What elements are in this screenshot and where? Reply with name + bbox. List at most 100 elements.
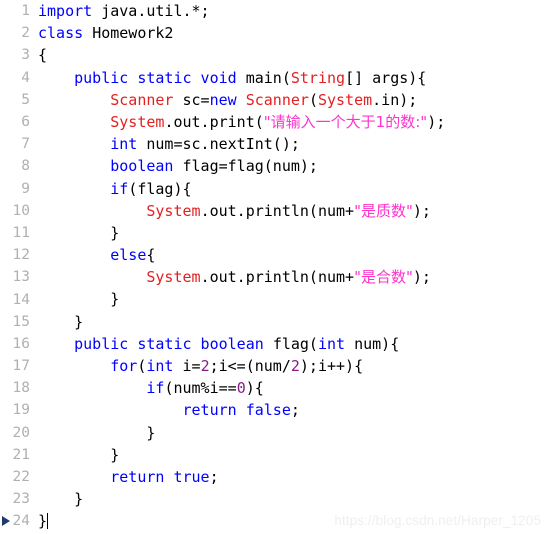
code-line-text[interactable]: }	[34, 422, 155, 444]
code-line-text[interactable]: else{	[34, 244, 155, 266]
code-line[interactable]: 8 boolean flag=flag(num);	[0, 155, 547, 177]
code-line[interactable]: 11 }	[0, 222, 547, 244]
code-line[interactable]: 7 int num=sc.nextInt();	[0, 133, 547, 155]
code-line[interactable]: 18 if(num%i==0){	[0, 377, 547, 399]
code-line[interactable]: 15 }	[0, 311, 547, 333]
code-line-text[interactable]: System.out.println(num+"是合数");	[34, 266, 431, 288]
code-line[interactable]: 5 Scanner sc=new Scanner(System.in);	[0, 89, 547, 111]
code-line[interactable]: 13 System.out.println(num+"是合数");	[0, 266, 547, 288]
code-line-text[interactable]: }	[34, 311, 83, 333]
code-token-kw: new	[209, 90, 246, 109]
code-line[interactable]: 22 return true;	[0, 466, 547, 488]
code-token-plain: );i++){	[299, 357, 364, 375]
code-line[interactable]: 12 else{	[0, 244, 547, 266]
code-line-text[interactable]: if(flag){	[34, 178, 191, 200]
code-line-text[interactable]: if(num%i==0){	[34, 377, 263, 399]
code-token-kw: public static boolean	[74, 334, 273, 353]
line-number: 15	[12, 313, 30, 330]
line-number: 13	[12, 269, 30, 286]
code-line[interactable]: 10 System.out.println(num+"是质数");	[0, 200, 547, 222]
code-line-text[interactable]: return false;	[34, 399, 300, 421]
code-line-text[interactable]: System.out.print("请输入一个大于1的数:");	[34, 111, 445, 133]
code-line[interactable]: 6 System.out.print("请输入一个大于1的数:");	[0, 111, 547, 133]
line-number: 9	[21, 180, 30, 197]
code-token-plain: flag(	[272, 334, 318, 353]
code-line[interactable]: 14 }	[0, 288, 547, 310]
code-token-plain: num=sc.nextInt();	[146, 135, 300, 154]
code-token-plain: }	[38, 445, 120, 464]
code-line[interactable]: 16 public static boolean flag(int num){	[0, 333, 547, 355]
code-line-text[interactable]: int num=sc.nextInt();	[34, 133, 300, 155]
code-token-kw: return false	[182, 401, 291, 420]
line-number: 14	[12, 291, 30, 308]
code-token-num: 2	[290, 357, 300, 375]
code-token-plain: {	[38, 46, 48, 65]
line-number: 24	[0, 513, 34, 529]
code-token-type: System	[110, 112, 165, 131]
code-line-text[interactable]: {	[34, 44, 47, 66]
line-number: 23	[12, 491, 30, 508]
code-token-plain: .out.print(	[164, 112, 264, 131]
code-line-text[interactable]: for(int i=2;i<=(num/2);i++){	[34, 355, 363, 377]
code-token-plain: (	[308, 90, 318, 109]
code-line[interactable]: 17 for(int i=2;i<=(num/2);i++){	[0, 355, 547, 377]
code-token-plain: sc=	[173, 90, 210, 109]
line-number: 20	[12, 424, 30, 441]
code-editor[interactable]: 1 import java.util.*; 2 class Homework2 3{4 …	[0, 0, 547, 534]
code-token-kw: return true	[110, 467, 210, 486]
code-line[interactable]: 4 public static void main(String[] args)…	[0, 67, 547, 89]
code-line-text[interactable]: }	[34, 288, 119, 310]
code-line-text[interactable]: public static boolean flag(int num){	[34, 333, 399, 355]
code-line-text[interactable]: }	[34, 444, 119, 466]
code-token-plain: java.util.*;	[101, 2, 210, 20]
code-line[interactable]: 2 class Homework2	[0, 22, 547, 44]
code-token-kw: class	[38, 24, 93, 43]
code-line-text[interactable]: boolean flag=flag(num);	[34, 155, 318, 177]
code-token-kw: public static void	[74, 68, 246, 87]
code-line-text[interactable]: }	[34, 510, 49, 532]
code-token-plain: i=	[182, 357, 201, 375]
code-line[interactable]: 19 return false;	[0, 399, 547, 421]
watermark-text: https://blog.csdn.net/Harper_1205	[334, 513, 541, 528]
code-token-kw: int	[146, 357, 183, 375]
code-token-plain: );	[412, 201, 431, 220]
code-line[interactable]: 21 }	[0, 444, 547, 466]
code-line-text[interactable]: }	[34, 222, 119, 244]
code-line-text[interactable]: return true;	[34, 466, 219, 488]
code-token-plain: flag=flag(num);	[182, 157, 318, 176]
code-token-plain: }	[38, 223, 120, 242]
code-line[interactable]: 23 }	[0, 488, 547, 510]
code-line[interactable]: 3{	[0, 44, 547, 66]
line-number: 5	[21, 91, 30, 108]
code-token-plain: ;	[209, 467, 219, 486]
line-number: 16	[12, 335, 30, 352]
code-token-kw: if	[146, 379, 165, 398]
code-token-plain: );	[412, 268, 431, 287]
code-line-text[interactable]: import java.util.*;	[34, 0, 210, 22]
code-line[interactable]: 20 }	[0, 422, 547, 444]
line-number: 12	[12, 247, 30, 264]
code-line-text[interactable]: }	[34, 488, 83, 510]
line-number: 6	[21, 114, 30, 131]
code-line-text[interactable]: public static void main(String[] args){	[34, 67, 426, 89]
code-line[interactable]: 9 if(flag){	[0, 178, 547, 200]
code-line-text[interactable]: Scanner sc=new Scanner(System.in);	[34, 89, 417, 111]
line-number: 18	[12, 380, 30, 397]
code-token-plain: main(	[245, 68, 291, 87]
code-token-type: Scanner	[110, 90, 174, 109]
code-line-text[interactable]: class Homework2	[34, 22, 173, 44]
code-token-kw: if	[110, 179, 129, 198]
code-token-num: 0	[236, 379, 246, 398]
code-line-text[interactable]: System.out.println(num+"是质数");	[34, 200, 431, 222]
code-token-plain: [] args){	[345, 68, 427, 87]
code-token-plain: (num%i==	[164, 379, 237, 398]
code-token-type: String	[290, 68, 346, 87]
code-line[interactable]: 1 import java.util.*;	[0, 0, 547, 22]
code-token-kw: int	[317, 334, 355, 353]
